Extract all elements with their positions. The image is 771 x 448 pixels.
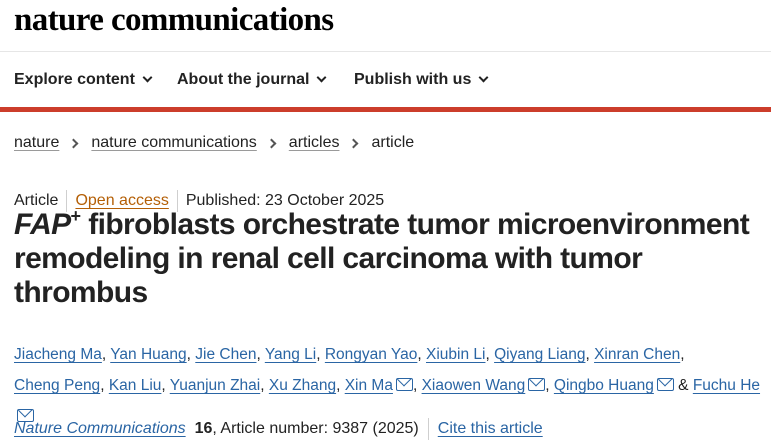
author-link[interactable]: Yan Huang [110,346,186,363]
author-link[interactable]: Fuchu He [693,377,760,394]
author-separator: , [417,346,422,363]
author-link[interactable]: Xinran Chen [594,346,680,363]
author-separator: , [260,377,265,394]
divider [427,418,429,440]
author-separator: , [585,346,590,363]
nav-item-label: Explore content [14,71,135,88]
author-separator: , [256,346,261,363]
author-separator: , [485,346,490,363]
author-link[interactable]: Qiyang Liang [494,346,585,363]
author-separator: , [161,377,166,394]
author-separator: , [100,377,105,394]
author-separator-last: & [678,377,689,394]
author-link[interactable]: Rongyan Yao [325,346,418,363]
breadcrumb-link-nature-communications[interactable]: nature communications [91,134,256,152]
author-separator: , [316,346,321,363]
header-accent-rule [0,107,771,112]
chevron-right-icon [266,138,277,148]
journal-logo[interactable]: nature communications [14,2,334,39]
article-title: FAP+ fibroblasts orchestrate tumor micro… [14,206,764,310]
title-text: fibroblasts orchestrate tumor microenvir… [14,208,750,309]
author-link[interactable]: Yuanjun Zhai [170,377,261,394]
nav-publish-with-us[interactable]: Publish with us [354,71,489,89]
chevron-right-icon [349,138,359,148]
breadcrumb-current: article [371,134,415,151]
author-link[interactable]: Jie Chen [195,346,256,363]
author-separator: , [545,377,550,394]
author-separator: , [680,346,685,363]
chevron-down-icon [478,72,489,83]
nav-about-journal[interactable]: About the journal [177,71,327,89]
email-icon[interactable] [656,378,674,391]
nav-item-label: About the journal [177,71,310,88]
site-header: nature communications [0,0,771,52]
author-separator: , [336,377,341,394]
citation-line: Nature Communications 16 , Article numbe… [14,418,543,440]
author-link[interactable]: Qingbo Huang [554,377,654,394]
author-link[interactable]: Xu Zhang [269,377,336,394]
chevron-right-icon [68,138,79,148]
nav-item-label: Publish with us [354,71,472,88]
author-link[interactable]: Yang Li [265,346,316,363]
title-gene: FAP [14,208,71,241]
author-separator: , [412,377,418,394]
article-number: , Article number: 9387 (2025) [212,420,419,437]
author-separator: , [186,346,191,363]
main-nav: Explore content About the journal Publis… [0,53,771,107]
email-icon[interactable] [528,378,546,391]
author-link[interactable]: Xin Ma [345,377,393,394]
nav-explore-content[interactable]: Explore content [14,71,153,89]
chevron-down-icon [142,72,153,83]
volume-number: 16 [194,420,213,437]
author-link[interactable]: Jiacheng Ma [14,346,102,363]
author-link[interactable]: Xiaowen Wang [422,377,526,394]
email-icon[interactable] [395,378,413,391]
chevron-down-icon [316,72,327,83]
breadcrumb: nature nature communications articles ar… [14,134,414,152]
journal-link[interactable]: Nature Communications [14,420,186,438]
breadcrumb-link-articles[interactable]: articles [289,134,340,152]
author-link[interactable]: Cheng Peng [14,377,100,394]
author-link[interactable]: Kan Liu [109,377,162,394]
author-separator: , [101,346,107,363]
title-superscript: + [70,206,82,226]
cite-this-article-link[interactable]: Cite this article [438,420,543,438]
breadcrumb-link-nature[interactable]: nature [14,134,59,152]
author-link[interactable]: Xiubin Li [426,346,485,363]
